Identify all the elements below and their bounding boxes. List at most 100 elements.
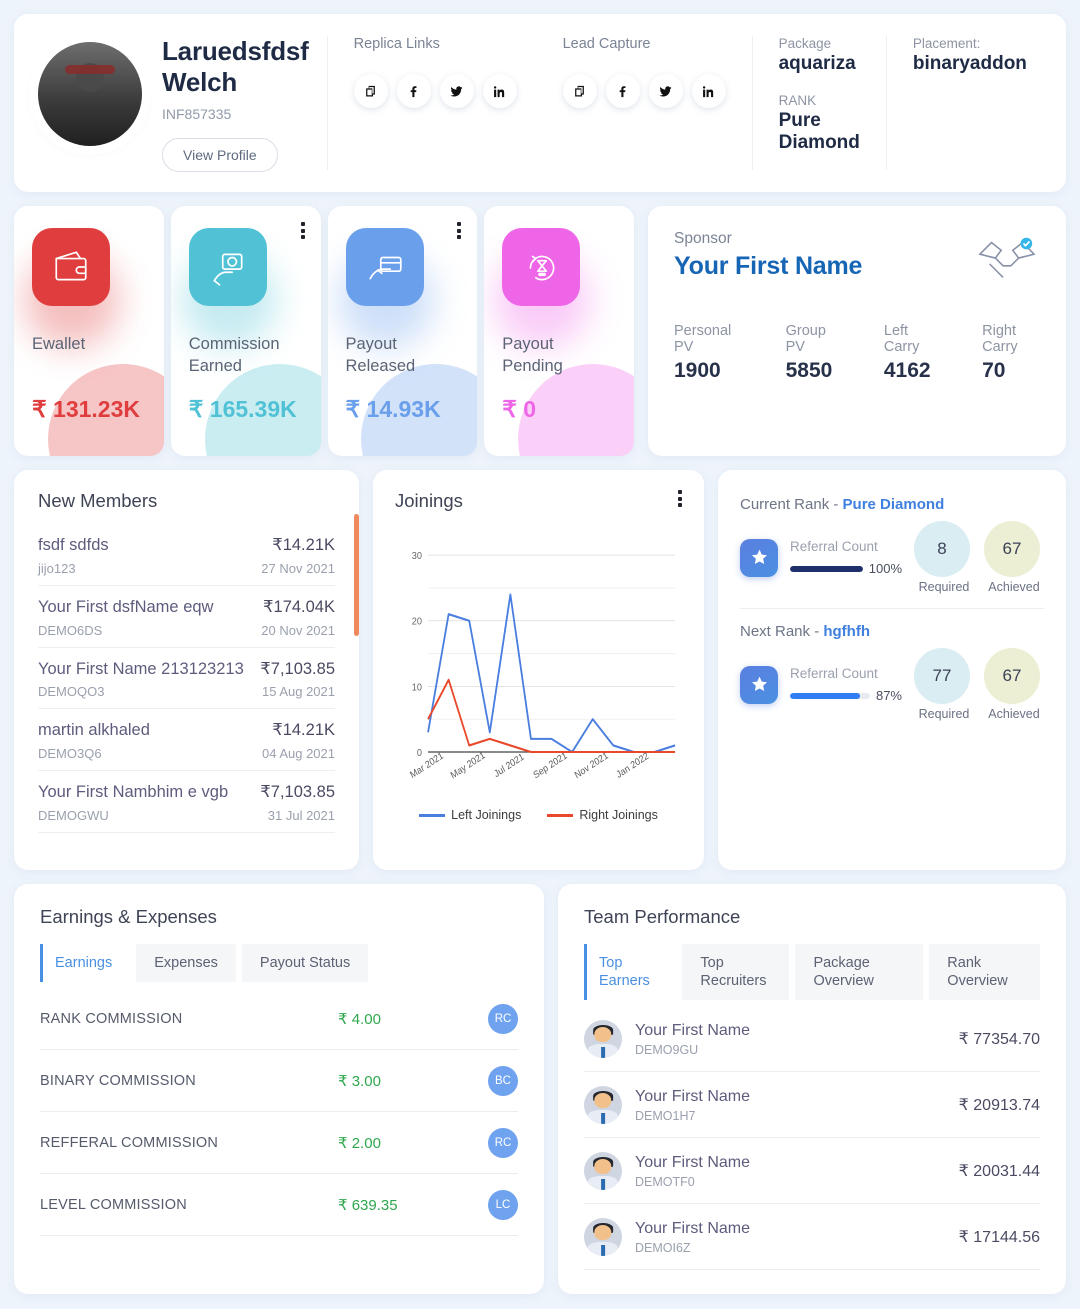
member-name: Your First dsfName eqw — [38, 597, 214, 616]
earnings-list: RANK COMMISSION ₹ 4.00 RC BINARY COMMISSION… — [40, 988, 518, 1237]
metric-label: Group PV — [785, 323, 826, 355]
member-date: 04 Aug 2021 — [261, 746, 335, 762]
kebab-menu-icon[interactable] — [678, 490, 682, 507]
rank-value: Pure Diamond — [778, 110, 860, 153]
achieved-value: 67 — [984, 648, 1040, 704]
tab-top-recruiters[interactable]: Top Recruiters — [682, 944, 790, 1001]
package-value: aquariza — [778, 53, 856, 74]
new-members-scrollbar[interactable] — [354, 514, 359, 636]
team-member-amount: ₹ 20031.44 — [958, 1163, 1040, 1181]
tab-rank-overview[interactable]: Rank Overview — [929, 944, 1040, 1001]
team-member-id: DEMO9GU — [635, 1042, 699, 1057]
avatar — [584, 1086, 622, 1125]
replica-links-section: Replica Links Lead Capture — [326, 36, 752, 170]
bottom-row: Earnings & Expenses Earnings Expenses Payo… — [14, 884, 1066, 1294]
hourglass-icon — [502, 228, 581, 306]
metric-value: 5850 — [785, 359, 833, 382]
achieved-caption: Achieved — [988, 707, 1040, 721]
dashboard-page: Laruedsfdsf Welch INF857335 View Profile… — [0, 0, 1080, 1308]
placement-value: binaryaddon — [912, 53, 1027, 74]
rank-label: RANK — [778, 93, 817, 108]
member-date: 31 Jul 2021 — [267, 807, 335, 823]
linkedin-icon[interactable] — [482, 74, 517, 108]
earnings-badge: BC — [488, 1066, 518, 1097]
profile-summary: Laruedsfdsf Welch INF857335 View Profile — [38, 36, 327, 173]
placement-label: Placement: — [912, 36, 981, 51]
member-row[interactable]: fsdf sdfds ₹14.21K jijo123 27 Nov 2021 — [38, 524, 335, 586]
placement-section: Placement: binaryaddon — [885, 36, 1053, 170]
sponsor-metric: Right Carry 70 — [982, 323, 1040, 383]
member-name: Your First Nambhim e vgb — [38, 783, 229, 802]
earnings-expenses-card: Earnings & Expenses Earnings Expenses Payo… — [14, 884, 544, 1294]
stats-row: Ewallet ₹ 131.23K Commission Earned ₹ 165.3… — [14, 206, 1066, 456]
team-row[interactable]: Your First Name DEMO9GU ₹ 77354.70 — [584, 1006, 1040, 1073]
rank-block: Current Rank - Pure Diamond Referral Coun… — [740, 490, 1044, 608]
hand-coin-icon — [188, 228, 267, 306]
mid-row: New Members fsdf sdfds ₹14.21K jijo123 27 N… — [14, 470, 1066, 870]
rank-name[interactable]: Pure Diamond — [843, 496, 945, 513]
team-member-id: DEMOI6Z — [635, 1240, 691, 1255]
kebab-menu-icon[interactable] — [457, 222, 462, 239]
profile-header-card: Laruedsfdsf Welch INF857335 View Profile… — [14, 14, 1066, 192]
stat-card-ewallet: Ewallet ₹ 131.23K — [14, 206, 164, 456]
svg-text:Sep 2021: Sep 2021 — [532, 750, 569, 781]
referral-count-label: Referral Count — [790, 666, 878, 681]
team-row[interactable]: Your First Name DEMO1H7 ₹ 20913.74 — [584, 1072, 1040, 1139]
avatar — [38, 42, 142, 146]
member-id: DEMOGWU — [38, 807, 109, 823]
member-name: martin alkhaled — [38, 721, 150, 740]
earnings-row: REFFERAL COMMISSION ₹ 2.00 RC — [40, 1112, 518, 1175]
svg-text:Jul 2021: Jul 2021 — [492, 751, 525, 779]
member-id: jijo123 — [38, 560, 76, 576]
member-row[interactable]: Your First Name 213123213 ₹7,103.85 DEMOQO… — [38, 648, 335, 710]
team-row[interactable]: Your First Name DEMOI6Z ₹ 17144.56 — [584, 1204, 1040, 1271]
facebook-icon[interactable] — [605, 74, 640, 108]
rank-heading: Next Rank - hgfhfh — [740, 623, 870, 640]
stat-label: Payout Released — [345, 335, 416, 375]
member-row[interactable]: Your First dsfName eqw ₹174.04K DEMO6DS 20 … — [38, 586, 335, 648]
earnings-badge: RC — [488, 1004, 518, 1035]
member-name: Your First Name 213123213 — [38, 659, 244, 678]
linkedin-icon[interactable] — [691, 74, 726, 108]
metric-label: Left Carry — [883, 323, 920, 355]
progress-percent: 100% — [868, 561, 902, 576]
earnings-name: BINARY COMMISSION — [40, 1073, 196, 1090]
team-row[interactable]: Your First Name DEMOTF0 ₹ 20031.44 — [584, 1138, 1040, 1205]
svg-text:Nov 2021: Nov 2021 — [573, 750, 610, 781]
copy-icon[interactable] — [562, 74, 597, 108]
tab-earnings[interactable]: Earnings — [40, 944, 131, 983]
copy-icon[interactable] — [353, 74, 388, 108]
tab-payout-status[interactable]: Payout Status — [241, 944, 369, 983]
metric-value: 1900 — [674, 359, 721, 382]
stat-card-payout-pending: Payout Pending ₹ 0 — [484, 206, 634, 456]
tab-package-overview[interactable]: Package Overview — [795, 944, 924, 1001]
member-row[interactable]: Your First Nambhim e vgb ₹7,103.85 DEMOGWU… — [38, 771, 335, 833]
earnings-row: LEVEL COMMISSION ₹ 639.35 LC — [40, 1174, 518, 1237]
tab-expenses[interactable]: Expenses — [136, 944, 236, 983]
required-caption: Required — [918, 707, 970, 721]
member-id: DEMO6DS — [38, 622, 103, 638]
twitter-icon[interactable] — [648, 74, 683, 108]
tab-top-earners[interactable]: Top Earners — [584, 944, 677, 1001]
team-member-name: Your First Name — [635, 1219, 750, 1237]
lead-capture-label: Lead Capture — [562, 36, 651, 52]
profile-name: Laruedsfdsf Welch — [162, 36, 309, 97]
svg-text:Mar 2021: Mar 2021 — [408, 750, 444, 780]
new-members-card: New Members fsdf sdfds ₹14.21K jijo123 27 N… — [14, 470, 359, 870]
star-icon — [740, 665, 778, 704]
achieved-caption: Achieved — [988, 580, 1040, 594]
kebab-menu-icon[interactable] — [300, 222, 305, 239]
replica-links-label: Replica Links — [353, 36, 440, 52]
team-member-amount: ₹ 77354.70 — [958, 1031, 1040, 1049]
team-member-name: Your First Name — [635, 1021, 750, 1039]
twitter-icon[interactable] — [439, 74, 474, 108]
team-member-amount: ₹ 17144.56 — [958, 1229, 1040, 1247]
stat-cards: Ewallet ₹ 131.23K Commission Earned ₹ 165.3… — [14, 206, 634, 456]
earnings-amount: ₹ 2.00 — [338, 1135, 381, 1153]
rank-name[interactable]: hgfhfh — [823, 623, 870, 640]
view-profile-button[interactable]: View Profile — [162, 138, 278, 173]
member-row[interactable]: martin alkhaled ₹14.21K DEMO3Q6 04 Aug 2021 — [38, 709, 335, 772]
joinings-title: Joinings — [395, 490, 463, 511]
sponsor-card: Sponsor Your First Name Personal PV 1900 G… — [648, 206, 1066, 456]
facebook-icon[interactable] — [396, 74, 431, 108]
